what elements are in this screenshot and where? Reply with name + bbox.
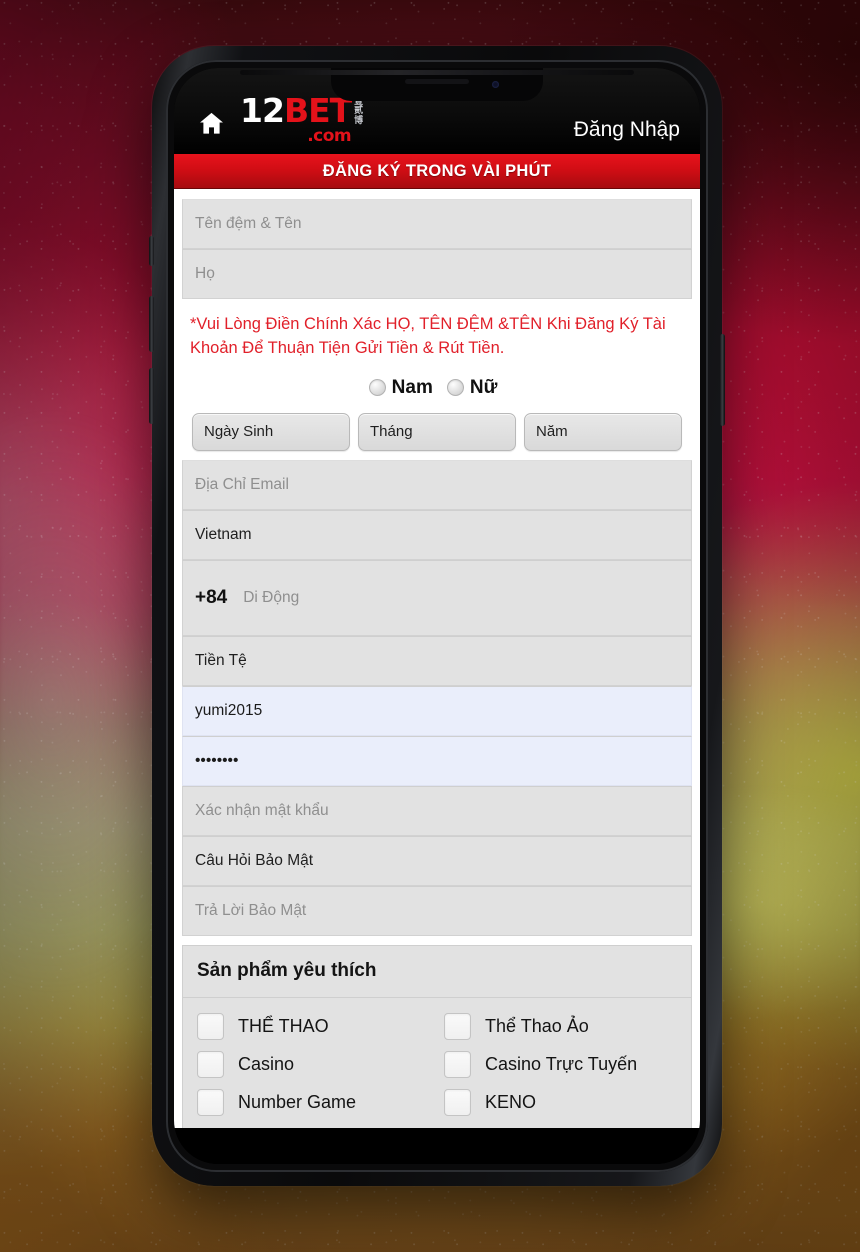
security-question-select[interactable]: Câu Hỏi Bảo Mật xyxy=(182,835,692,886)
product-option-the-thao[interactable]: THỂ THAO xyxy=(197,1008,444,1046)
confirm-password-field[interactable]: Xác nhận mật khẩu xyxy=(182,785,692,836)
logo-12: 12 xyxy=(240,91,285,131)
power-button[interactable] xyxy=(720,334,725,426)
mute-switch[interactable] xyxy=(149,236,154,266)
gender-male-radio[interactable] xyxy=(368,379,386,397)
logo-main-text: 12BET xyxy=(240,94,352,127)
country-select[interactable]: Vietnam xyxy=(182,509,692,560)
gender-selector: Nam Nữ xyxy=(182,371,692,413)
dob-year-select[interactable]: Năm xyxy=(524,412,682,451)
product-option-casino[interactable]: Casino xyxy=(197,1046,444,1084)
dob-month-select[interactable]: Tháng xyxy=(358,412,516,451)
front-camera xyxy=(492,81,499,88)
favourite-products-grid: THỂ THAO Thể Thao Ảo Casino Casino Trực … xyxy=(183,998,691,1128)
gender-male-label: Nam xyxy=(391,376,433,398)
logo-dotcom: .com xyxy=(307,126,352,146)
product-label: Thể Thao Ảo xyxy=(485,1016,589,1037)
earpiece-glass xyxy=(240,70,634,75)
checkbox-number-game[interactable] xyxy=(197,1089,224,1117)
registration-form: Tên đệm & Tên Họ *Vui Lòng Điền Chính Xá… xyxy=(174,189,700,1128)
date-of-birth-row: Ngày Sinh Tháng Năm xyxy=(182,412,692,460)
email-field[interactable]: Địa Chỉ Email xyxy=(182,459,692,510)
name-accuracy-notice: *Vui Lòng Điền Chính Xác HỌ, TÊN ĐỆM &TÊ… xyxy=(190,315,666,357)
checkbox-casino-truc-tuyen[interactable] xyxy=(444,1051,471,1079)
phone-bezel: 12BET .com 壹 贰 博 Đăng Nhập ĐĂNG KÝ TRONG… xyxy=(166,60,708,1172)
checkbox-the-thao-ao[interactable] xyxy=(444,1013,471,1041)
volume-up-button[interactable] xyxy=(149,296,154,352)
product-option-the-thao-ao[interactable]: Thể Thao Ảo xyxy=(444,1008,691,1046)
last-name-field[interactable]: Họ xyxy=(182,249,692,299)
home-icon xyxy=(199,112,223,134)
product-label: Casino xyxy=(238,1054,295,1075)
earpiece-speaker xyxy=(405,79,469,84)
brand-logo[interactable]: 12BET .com 壹 贰 博 xyxy=(240,94,363,146)
product-option-number-game[interactable]: Number Game xyxy=(197,1084,444,1122)
checkbox-the-thao[interactable] xyxy=(197,1013,224,1041)
product-label: Number Game xyxy=(238,1092,357,1113)
currency-select[interactable]: Tiền Tệ xyxy=(182,635,692,686)
checkbox-casino[interactable] xyxy=(197,1051,224,1079)
login-link[interactable]: Đăng Nhập xyxy=(574,118,686,146)
dob-day-select[interactable]: Ngày Sinh xyxy=(192,412,350,451)
gender-female-radio[interactable] xyxy=(446,379,464,397)
contact-field-group: Địa Chỉ Email Vietnam +84 Di Động Tiền T… xyxy=(182,459,692,936)
security-answer-field[interactable]: Trả Lời Bảo Mật xyxy=(182,885,692,936)
phone-screen: 12BET .com 壹 贰 博 Đăng Nhập ĐĂNG KÝ TRONG… xyxy=(174,68,700,1164)
product-label: THỂ THAO xyxy=(238,1016,329,1037)
mobile-phone-field[interactable]: +84 Di Động xyxy=(182,559,692,636)
app-scroll-area[interactable]: 12BET .com 壹 贰 博 Đăng Nhập ĐĂNG KÝ TRONG… xyxy=(174,68,700,1164)
phone-number-input[interactable]: Di Động xyxy=(243,589,299,607)
page-title-banner: ĐĂNG KÝ TRONG VÀI PHÚT xyxy=(174,154,700,189)
gender-female-label: Nữ xyxy=(469,376,498,398)
password-field[interactable]: •••••••• xyxy=(182,735,692,786)
registration-app: 12BET .com 壹 贰 博 Đăng Nhập ĐĂNG KÝ TRONG… xyxy=(174,68,700,1164)
volume-down-button[interactable] xyxy=(149,368,154,424)
logo-cn-line-3: 博 xyxy=(354,115,364,126)
checkbox-keno[interactable] xyxy=(444,1089,471,1117)
phone-mockup: 12BET .com 壹 贰 博 Đăng Nhập ĐĂNG KÝ TRONG… xyxy=(149,46,725,1186)
username-field[interactable]: yumi2015 xyxy=(182,685,692,736)
logo-wordmark: 12BET .com xyxy=(240,94,352,146)
favourite-products-heading: Sản phẩm yêu thích xyxy=(183,945,691,998)
name-field-group: Tên đệm & Tên Họ xyxy=(182,199,692,299)
product-label: Casino Trực Tuyến xyxy=(485,1054,638,1075)
phone-country-code: +84 xyxy=(195,586,228,608)
favourite-products-section: Sản phẩm yêu thích THỂ THAO Thể Thao Ảo xyxy=(182,944,692,1128)
product-option-keno[interactable]: KENO xyxy=(444,1084,691,1122)
home-button[interactable] xyxy=(188,100,234,146)
logo-chinese-characters: 壹 贰 博 xyxy=(354,98,363,126)
product-option-casino-truc-tuyen[interactable]: Casino Trực Tuyến xyxy=(444,1046,691,1084)
product-label: KENO xyxy=(485,1092,537,1113)
first-middle-name-field[interactable]: Tên đệm & Tên xyxy=(182,199,692,249)
